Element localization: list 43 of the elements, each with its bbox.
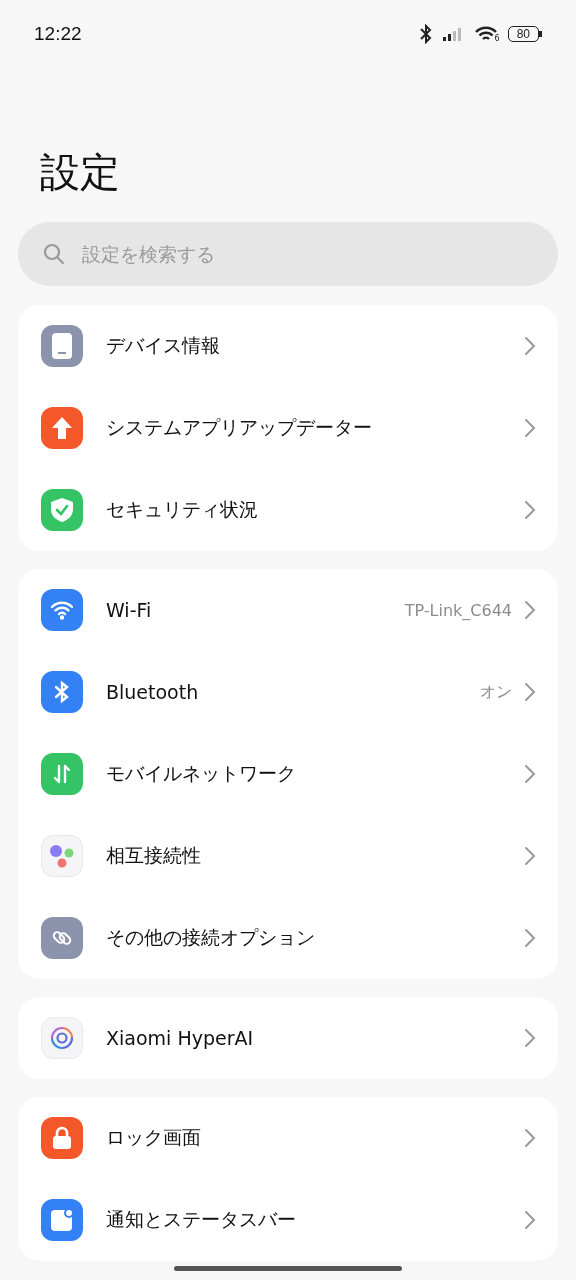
dots-icon xyxy=(41,835,83,877)
settings-item[interactable]: モバイルネットワーク xyxy=(18,733,558,815)
settings-item[interactable]: セキュリティ状況 xyxy=(18,469,558,551)
notification-icon xyxy=(41,1199,83,1241)
chevron-icon xyxy=(524,682,536,702)
phone-icon xyxy=(41,325,83,367)
search-icon xyxy=(42,242,66,266)
settings-item[interactable]: 通知とステータスバー xyxy=(18,1179,558,1261)
settings-item[interactable]: Wi-Fi TP-Link_C644 xyxy=(18,569,558,651)
wifi-number-label: 6 xyxy=(494,34,500,43)
settings-item[interactable]: Xiaomi HyperAI xyxy=(18,997,558,1079)
link-icon xyxy=(41,917,83,959)
chevron-icon xyxy=(524,1028,536,1048)
shield-icon xyxy=(41,489,83,531)
settings-item[interactable]: システムアプリアップデーター xyxy=(18,387,558,469)
data-arrows-icon xyxy=(41,753,83,795)
chevron-icon xyxy=(524,1128,536,1148)
settings-item[interactable]: デバイス情報 xyxy=(18,305,558,387)
chevron-icon xyxy=(524,418,536,438)
settings-item[interactable]: Bluetooth オン xyxy=(18,651,558,733)
chevron-icon xyxy=(524,336,536,356)
wifi-icon xyxy=(41,589,83,631)
up-arrow-icon xyxy=(41,407,83,449)
chevron-icon xyxy=(524,764,536,784)
chevron-icon xyxy=(524,846,536,866)
item-value: オン xyxy=(480,681,512,703)
settings-item[interactable]: その他の接続オプション xyxy=(18,897,558,979)
home-indicator[interactable] xyxy=(174,1266,402,1271)
bluetooth-icon xyxy=(417,24,434,44)
bluetooth-icon xyxy=(41,671,83,713)
chevron-icon xyxy=(524,500,536,520)
item-value: TP-Link_C644 xyxy=(404,600,512,620)
settings-item[interactable]: ロック画面 xyxy=(18,1097,558,1179)
status-time: 12:22 xyxy=(34,23,82,45)
search-input[interactable]: 設定を検索する xyxy=(80,242,534,266)
lock-icon xyxy=(41,1117,83,1159)
search-bar[interactable]: 設定を検索する xyxy=(18,222,558,286)
settings-item[interactable]: 相互接続性 xyxy=(18,815,558,897)
chevron-icon xyxy=(524,600,536,620)
chevron-icon xyxy=(524,1210,536,1230)
page-title: 設定 xyxy=(40,148,121,196)
battery-icon: 80 xyxy=(507,26,542,42)
chevron-icon xyxy=(524,928,536,948)
